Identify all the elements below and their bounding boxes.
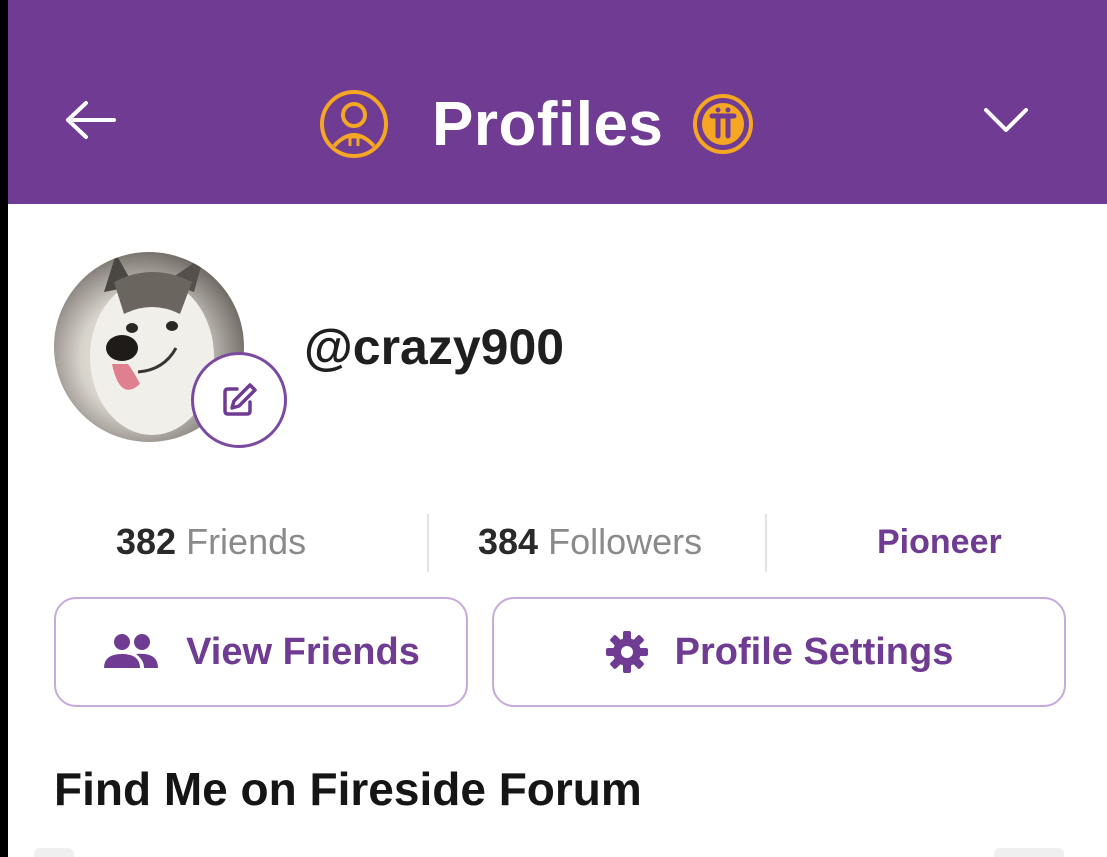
profiles-screen: Profiles @crazy900 382 Friends 384 Follo… <box>8 0 1107 857</box>
followers-count: 384 <box>478 521 539 562</box>
pi-profile-circle-icon <box>320 90 388 158</box>
stat-divider <box>427 514 429 572</box>
edit-avatar-button[interactable] <box>191 352 287 448</box>
friends-label: Friends <box>186 521 307 562</box>
view-friends-button[interactable]: View Friends <box>54 597 468 707</box>
stat-divider <box>765 514 767 572</box>
pi-coin-icon <box>693 94 754 154</box>
people-icon <box>104 634 159 668</box>
friends-stat[interactable]: 382 Friends <box>116 510 306 574</box>
arrow-left-icon <box>66 101 116 139</box>
title-group: Profiles <box>318 84 755 164</box>
profile-settings-label: Profile Settings <box>674 630 954 673</box>
chevron-down-icon <box>984 108 1028 132</box>
followers-label: Followers <box>548 521 703 562</box>
section-title: Find Me on Fireside Forum <box>54 763 642 815</box>
menu-dropdown-button[interactable] <box>976 98 1036 142</box>
profile-settings-button[interactable]: Profile Settings <box>492 597 1066 707</box>
username: @crazy900 <box>304 319 565 375</box>
card-edge <box>34 848 74 857</box>
top-bar: Profiles <box>8 0 1107 204</box>
view-friends-label: View Friends <box>186 630 420 673</box>
card-edge <box>994 848 1064 857</box>
friends-count: 382 <box>116 521 177 562</box>
followers-stat[interactable]: 384 Followers <box>478 510 702 574</box>
gear-icon <box>605 631 648 673</box>
role-badge: Pioneer <box>877 522 1002 561</box>
back-button[interactable] <box>60 95 120 145</box>
page-title: Profiles <box>432 89 664 159</box>
stats-row: 382 Friends 384 Followers Pioneer <box>8 510 1107 574</box>
edit-pencil-icon <box>223 383 257 416</box>
